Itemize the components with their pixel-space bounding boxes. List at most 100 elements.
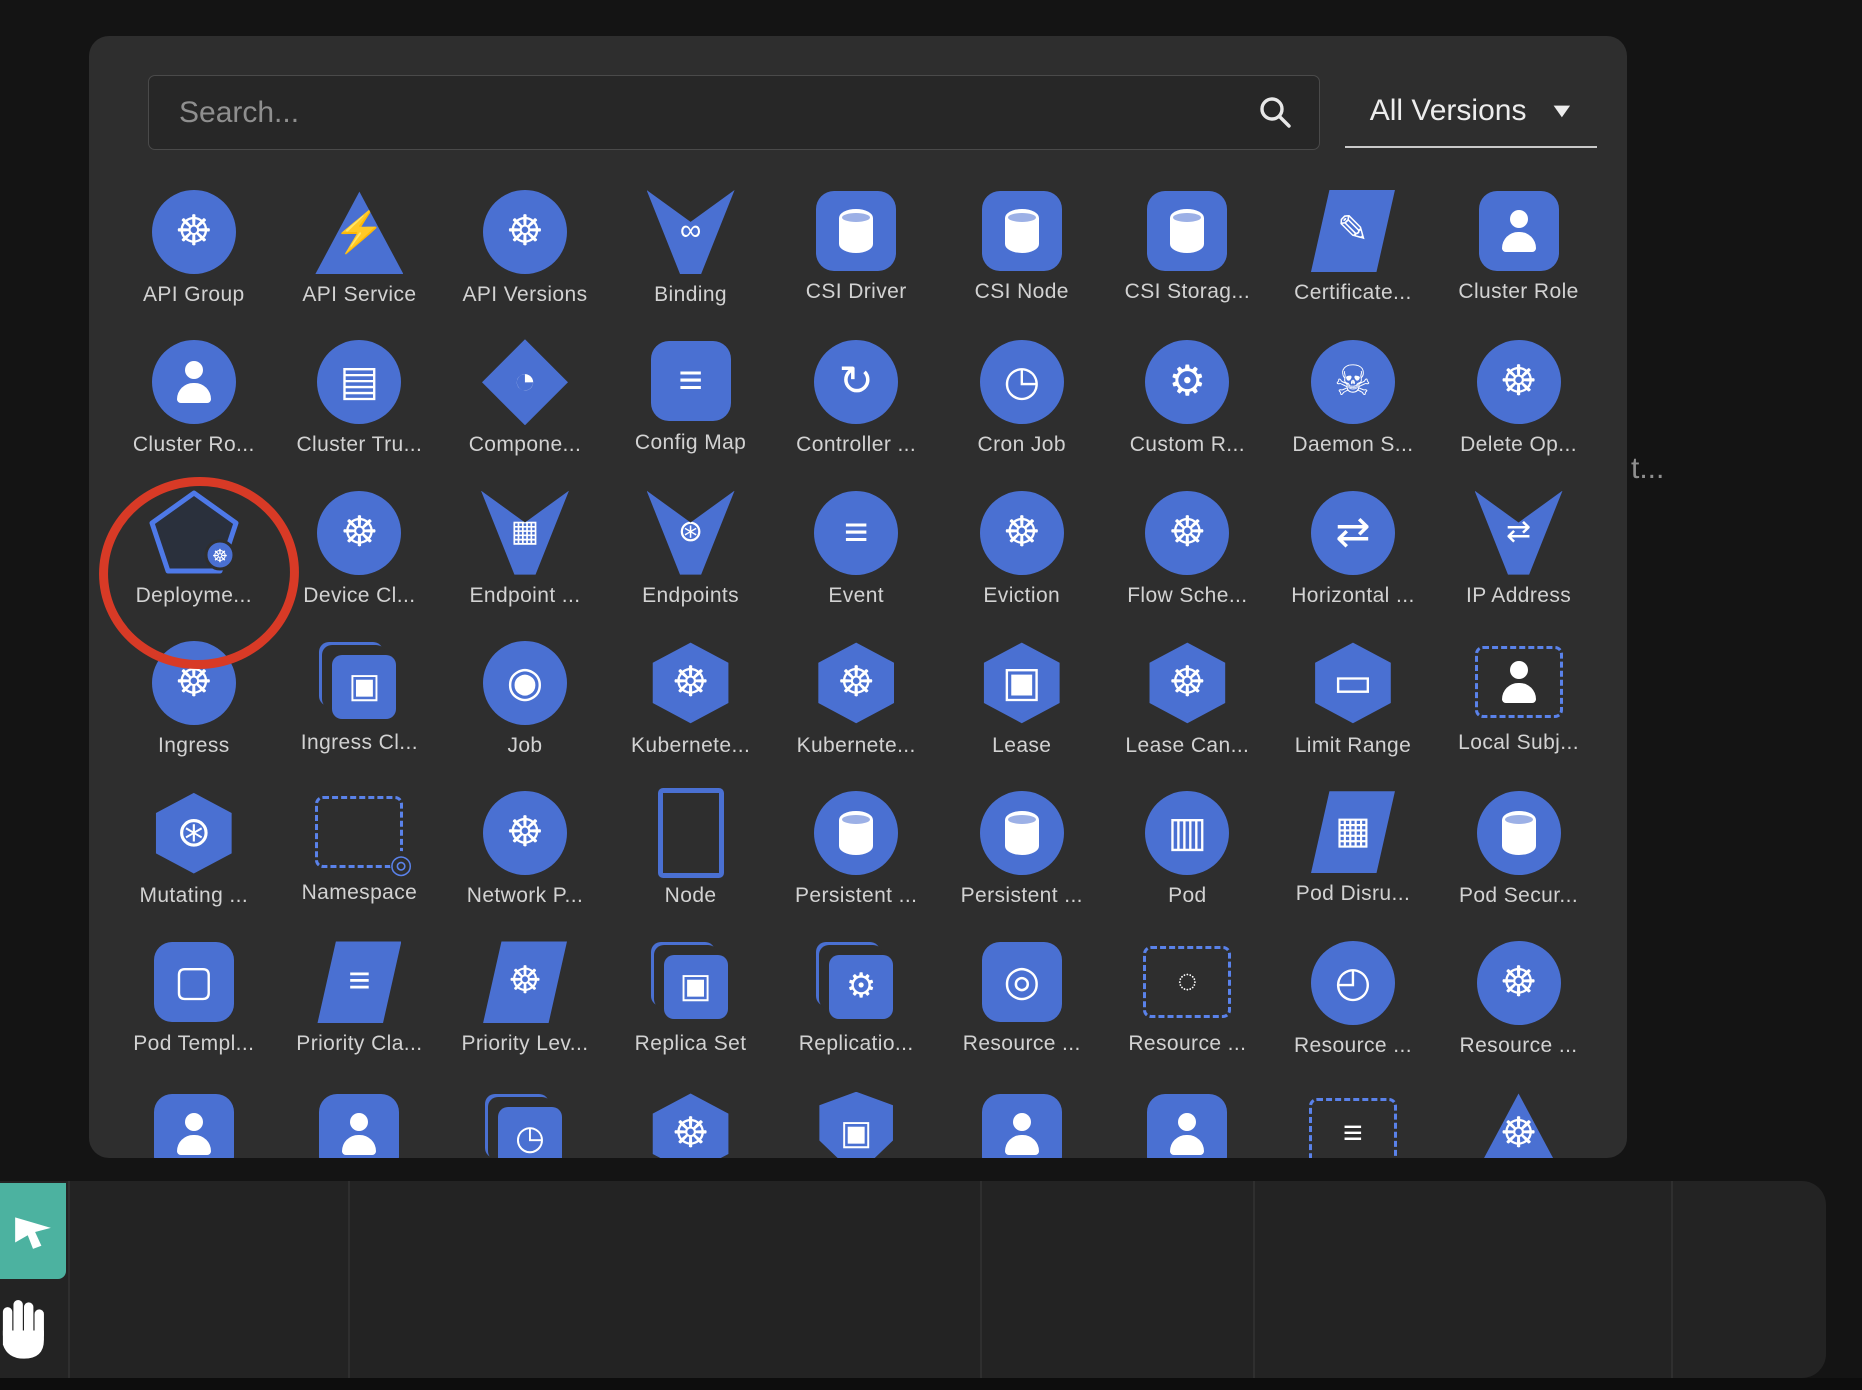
grid-item-node[interactable]: Node (608, 755, 774, 905)
icon-grid: ☸API Group⚡API Service☸API Versions∞Bind… (111, 154, 1601, 1158)
resource-icon (980, 791, 1064, 875)
resource-icon: ⊛ (647, 491, 735, 575)
grid-item-row7-60[interactable] (1105, 1056, 1271, 1158)
resource-icon: ⚙ (829, 955, 893, 1019)
grid-item-lease-can[interactable]: ☸Lease Can... (1105, 605, 1271, 755)
grid-item-kubernete[interactable]: ☸Kubernete... (773, 605, 939, 755)
grid-item-cluster-ro[interactable]: Cluster Ro... (111, 304, 277, 454)
select-tool-button[interactable] (0, 1183, 66, 1279)
grid-item-api-service[interactable]: ⚡API Service (277, 154, 443, 304)
grid-item-row7-62[interactable]: ☸ (1436, 1056, 1602, 1158)
grid-item-limit-range[interactable]: ▭Limit Range (1270, 605, 1436, 755)
grid-item-ingress[interactable]: ☸Ingress (111, 605, 277, 755)
grid-item-persistent[interactable]: Persistent ... (773, 755, 939, 905)
grid-item-row7-57[interactable]: ☸ (608, 1056, 774, 1158)
resource-icon: ☸ (648, 641, 734, 725)
grid-item-flow-sche[interactable]: ☸Flow Sche... (1105, 455, 1271, 605)
icon-glyph: ⚡ (333, 210, 385, 252)
grid-item-job[interactable]: ◉Job (442, 605, 608, 755)
grid-item-ip-address[interactable]: ⇄IP Address (1436, 455, 1602, 605)
grid-item-kubernete[interactable]: ☸Kubernete... (608, 605, 774, 755)
grid-item-csi-storag[interactable]: CSI Storag... (1105, 154, 1271, 304)
grid-item-label: Local Subj... (1458, 731, 1579, 755)
search-input[interactable] (149, 96, 1245, 130)
grid-item-row7-61[interactable]: ≡ (1270, 1056, 1436, 1158)
resource-icon: ◷ (980, 340, 1064, 424)
person-glyph (341, 1113, 377, 1155)
grid-item-certificate[interactable]: ✎Certificate... (1270, 154, 1436, 304)
resource-icon: ▦ (481, 491, 569, 575)
grid-item-cron-job[interactable]: ◷Cron Job (939, 304, 1105, 454)
resource-icon (154, 1094, 234, 1158)
grid-item-local-subj[interactable]: Local Subj... (1436, 605, 1602, 755)
grid-item-event[interactable]: ≡Event (773, 455, 939, 605)
grid-item-namespace[interactable]: ◎Namespace (277, 755, 443, 905)
grid-item-network-p[interactable]: ☸Network P... (442, 755, 608, 905)
badge-glyph: ◎ (390, 851, 413, 877)
grid-item-daemon-s[interactable]: ☠Daemon S... (1270, 304, 1436, 454)
resource-icon (1147, 1094, 1227, 1158)
grid-item-row7-56[interactable]: ◷ (442, 1056, 608, 1158)
hand-tool-button[interactable] (0, 1289, 52, 1365)
grid-item-resource[interactable]: ◴Resource ... (1270, 905, 1436, 1055)
grid-item-delete-op[interactable]: ☸Delete Op... (1436, 304, 1602, 454)
icon-glyph: ◉ (507, 661, 544, 703)
grid-item-persistent[interactable]: Persistent ... (939, 755, 1105, 905)
resource-icon: ☸ (980, 491, 1064, 575)
grid-item-deployme[interactable]: ☸Deployme... (111, 455, 277, 605)
resource-icon (816, 191, 896, 271)
grid-item-horizontal[interactable]: ⇄Horizontal ... (1270, 455, 1436, 605)
grid-item-pod[interactable]: ▥Pod (1105, 755, 1271, 905)
icon-glyph: ◷ (1003, 360, 1040, 402)
grid-item-controller[interactable]: ↻Controller ... (773, 304, 939, 454)
resource-icon: ▣ (332, 655, 396, 719)
grid-item-pod-secur[interactable]: Pod Secur... (1436, 755, 1602, 905)
grid-item-endpoints[interactable]: ⊛Endpoints (608, 455, 774, 605)
grid-item-custom-r[interactable]: ⚙Custom R... (1105, 304, 1271, 454)
icon-glyph: ◌ (1177, 964, 1197, 998)
icon-glyph: ☸ (1500, 1112, 1538, 1154)
grid-item-config-map[interactable]: ≡Config Map (608, 304, 774, 454)
resource-icon: ✎ (1311, 190, 1395, 272)
grid-item-cluster-tru[interactable]: ▤Cluster Tru... (277, 304, 443, 454)
grid-item-row7-58[interactable]: ▣ (773, 1056, 939, 1158)
grid-item-binding[interactable]: ∞Binding (608, 154, 774, 304)
grid-item-row7-59[interactable] (939, 1056, 1105, 1158)
grid-item-mutating[interactable]: ⊛Mutating ... (111, 755, 277, 905)
grid-item-row7-54[interactable] (111, 1056, 277, 1158)
deployment-pentagon-icon: ☸ (144, 487, 244, 579)
resource-icon: ◉ (483, 641, 567, 725)
grid-item-replica-set[interactable]: ▣Replica Set (608, 905, 774, 1055)
grid-item-lease[interactable]: ▣Lease (939, 605, 1105, 755)
grid-item-cluster-role[interactable]: Cluster Role (1436, 154, 1602, 304)
grid-item-endpoint[interactable]: ▦Endpoint ... (442, 455, 608, 605)
cylinder-glyph (1170, 209, 1204, 253)
grid-item-resource[interactable]: ☸Resource ... (1436, 905, 1602, 1055)
grid-item-priority-lev[interactable]: ☸Priority Lev... (442, 905, 608, 1055)
person-glyph (176, 1113, 212, 1155)
grid-item-priority-cla[interactable]: ≡Priority Cla... (277, 905, 443, 1055)
grid-item-resource[interactable]: ◎Resource ... (939, 905, 1105, 1055)
grid-item-eviction[interactable]: ☸Eviction (939, 455, 1105, 605)
grid-item-resource[interactable]: ◌Resource ... (1105, 905, 1271, 1055)
resource-icon: ☸ (483, 190, 567, 274)
grid-item-pod-disru[interactable]: ▦Pod Disru... (1270, 755, 1436, 905)
grid-item-api-group[interactable]: ☸API Group (111, 154, 277, 304)
grid-item-csi-node[interactable]: CSI Node (939, 154, 1105, 304)
grid-item-csi-driver[interactable]: CSI Driver (773, 154, 939, 304)
resource-icon: ▭ (1310, 641, 1396, 725)
grid-item-device-cl[interactable]: ☸Device Cl... (277, 455, 443, 605)
grid-item-ingress-cl[interactable]: ▣Ingress Cl... (277, 605, 443, 755)
grid-item-api-versions[interactable]: ☸API Versions (442, 154, 608, 304)
grid-item-replicatio[interactable]: ⚙Replicatio... (773, 905, 939, 1055)
icon-glyph: ≡ (1343, 1116, 1363, 1150)
svg-text:☸: ☸ (212, 546, 228, 566)
resource-icon: ☸ (483, 941, 567, 1023)
resource-icon: ▦ (1311, 791, 1395, 873)
version-filter-dropdown[interactable]: All Versions ▼ (1345, 76, 1597, 148)
grid-item-row7-55[interactable] (277, 1056, 443, 1158)
grid-item-pod-templ[interactable]: ▢Pod Templ... (111, 905, 277, 1055)
icon-glyph: ▣ (680, 969, 712, 1003)
grid-item-compone[interactable]: ◔Compone... (442, 304, 608, 454)
resource-icon: ◎ (982, 942, 1062, 1022)
